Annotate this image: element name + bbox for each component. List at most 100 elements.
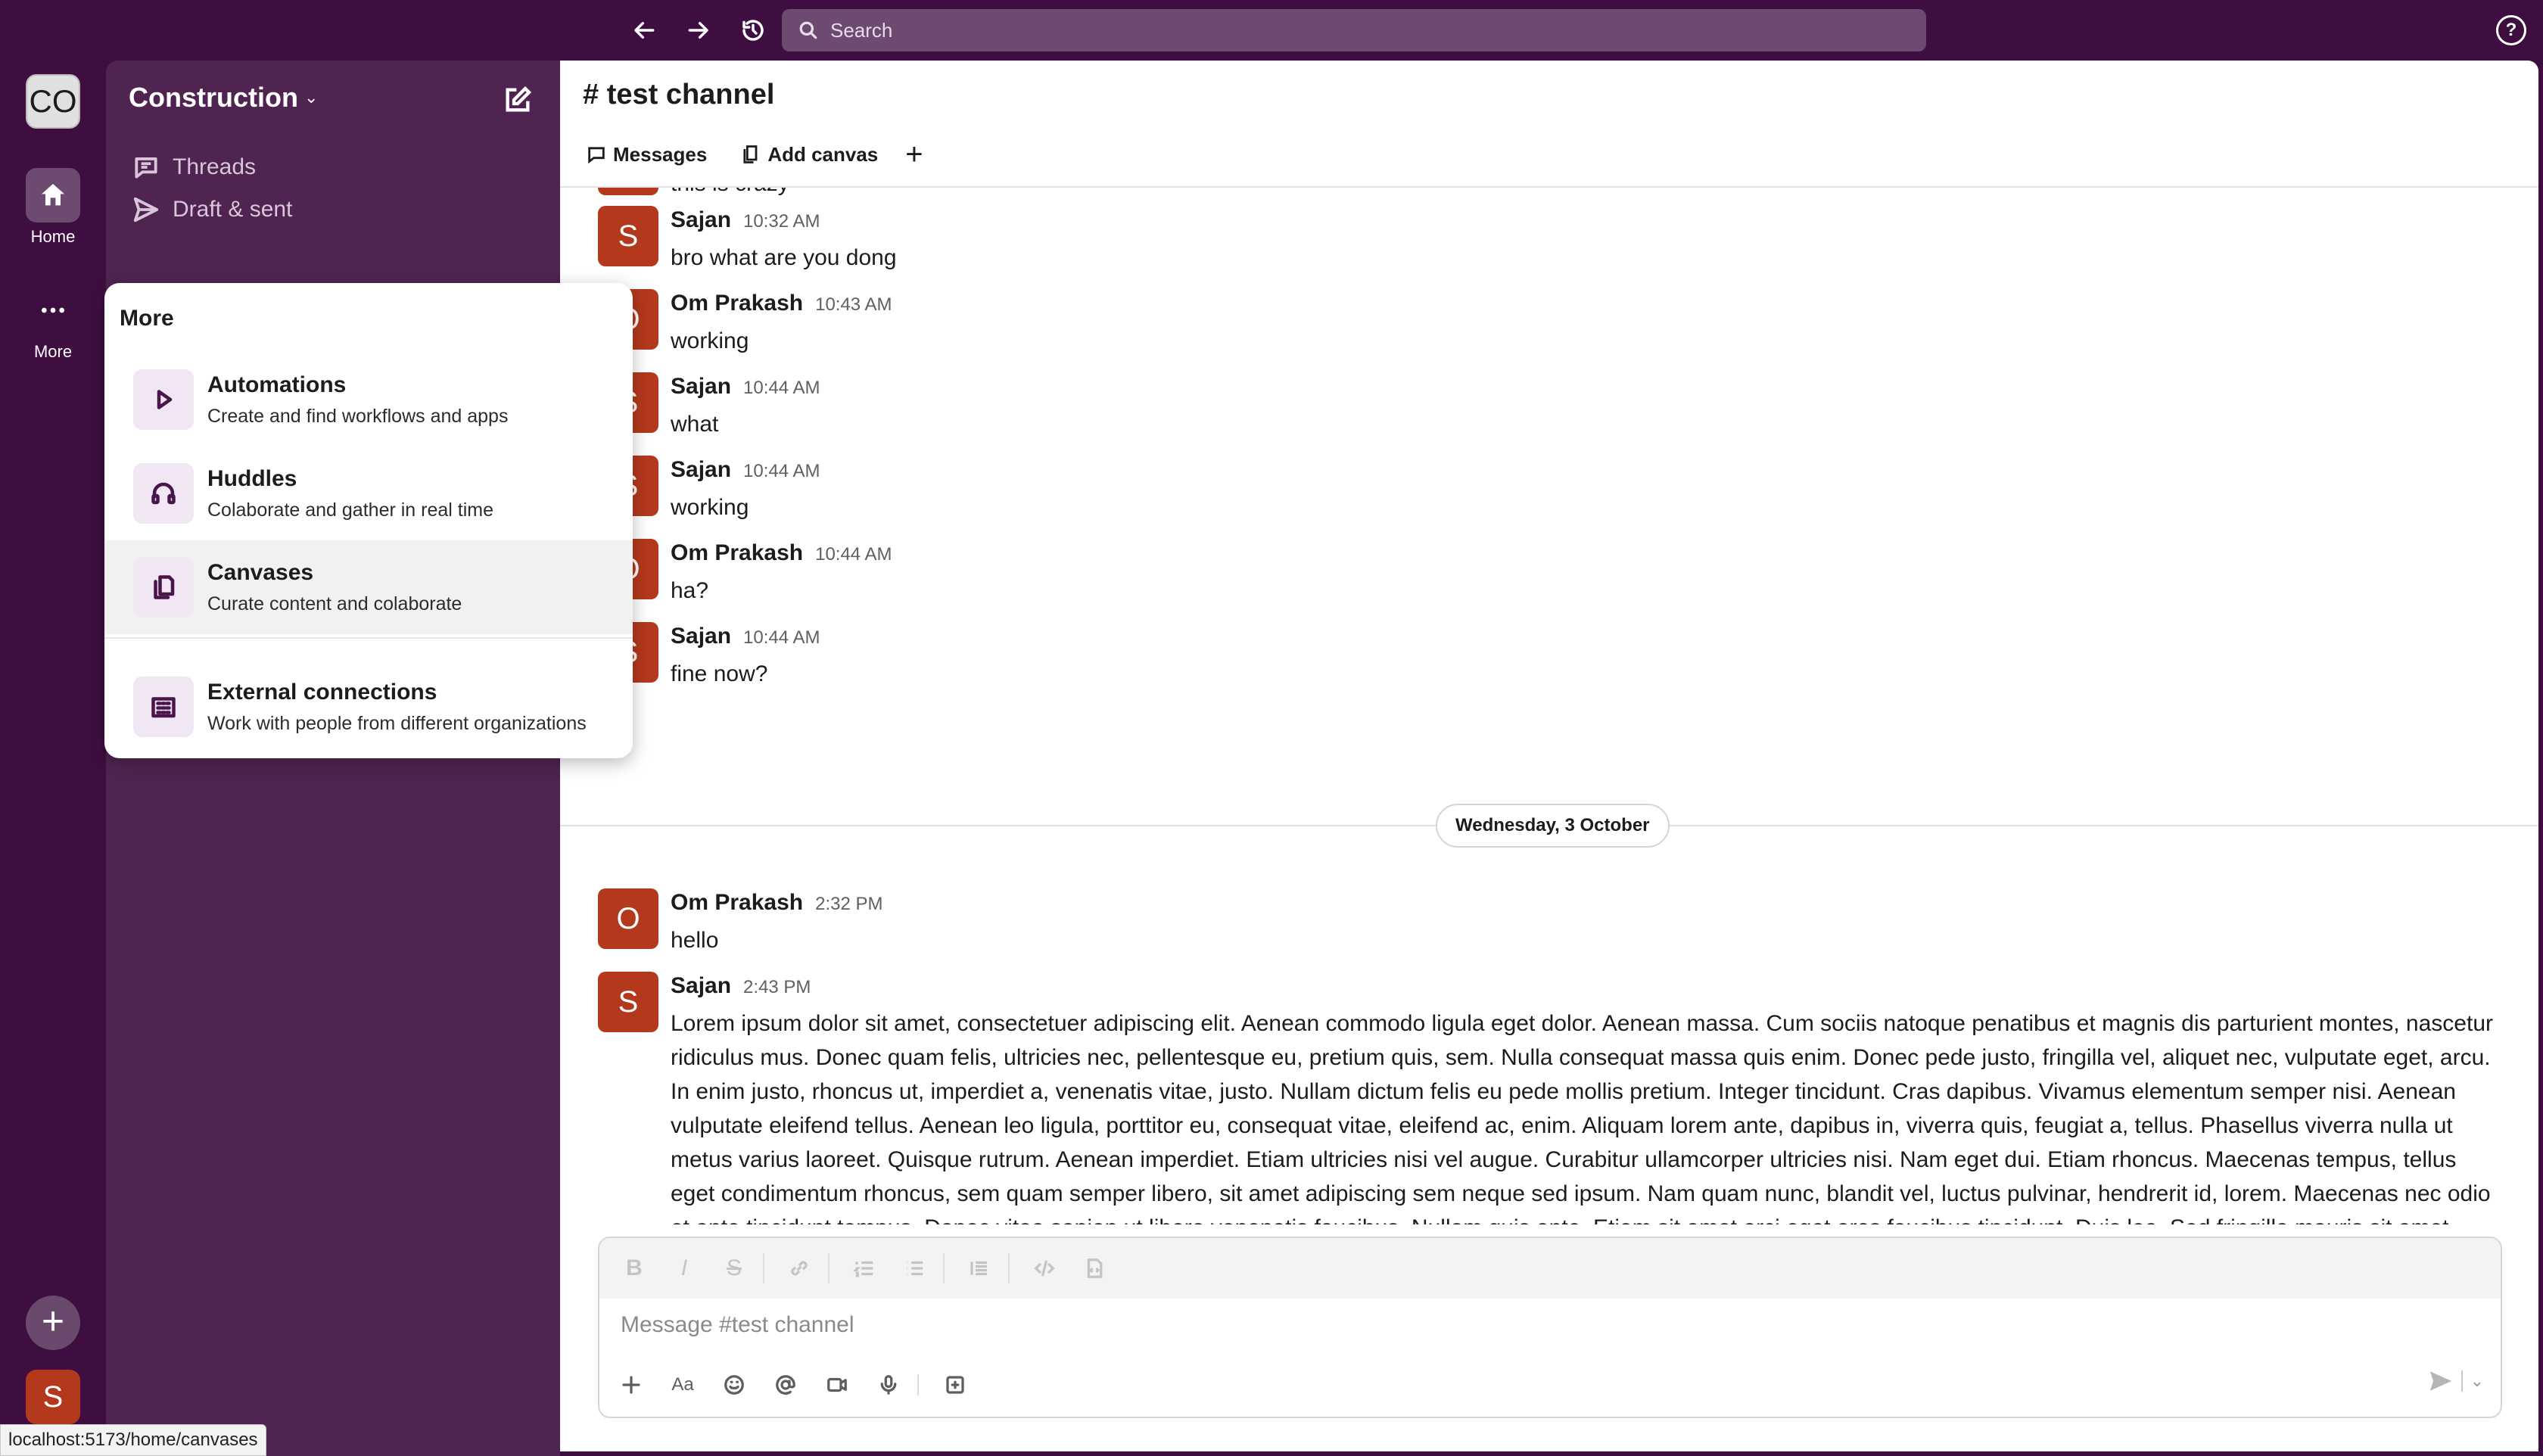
message-time[interactable]: 10:32 AM bbox=[743, 211, 820, 232]
message-time[interactable]: 2:32 PM bbox=[815, 894, 882, 915]
message-time[interactable]: 10:44 AM bbox=[743, 461, 820, 482]
compose-icon bbox=[506, 86, 532, 112]
more-dots-icon bbox=[26, 283, 80, 338]
message-author[interactable]: Sajan bbox=[671, 374, 731, 400]
blockquote-icon[interactable] bbox=[964, 1253, 994, 1283]
menu-divider bbox=[104, 637, 633, 639]
sidebar-item-label: Threads bbox=[173, 154, 257, 179]
tab-messages[interactable]: Messages bbox=[586, 143, 707, 166]
menu-item-name: Huddles bbox=[207, 466, 297, 491]
message-icon bbox=[588, 147, 605, 164]
add-tab-button[interactable]: + bbox=[905, 139, 923, 170]
code-icon[interactable] bbox=[1029, 1253, 1060, 1283]
send-icon bbox=[2429, 1371, 2451, 1391]
message-text: working bbox=[671, 495, 749, 520]
channel-tabs: Messages Add canvas + bbox=[586, 139, 923, 170]
message-text: working bbox=[671, 328, 749, 353]
italic-icon[interactable]: I bbox=[669, 1253, 699, 1283]
microphone-icon[interactable] bbox=[872, 1368, 905, 1402]
message-author[interactable]: Om Prakash bbox=[671, 291, 803, 316]
menu-item-canvases[interactable]: Canvases Curate content and colaborate bbox=[104, 540, 633, 634]
arrow-left-icon bbox=[634, 21, 655, 39]
channel-title[interactable]: # test channel bbox=[583, 79, 774, 111]
more-menu-title: More bbox=[120, 306, 174, 331]
link-icon[interactable] bbox=[784, 1253, 814, 1283]
code-block-icon[interactable] bbox=[1079, 1253, 1110, 1283]
message-text: fine now? bbox=[671, 661, 768, 686]
menu-item-huddles[interactable]: Huddles Colaborate and gather in real ti… bbox=[104, 446, 633, 540]
user-avatar[interactable]: S bbox=[26, 1370, 80, 1424]
help-button[interactable]: ? bbox=[2496, 15, 2526, 45]
back-button[interactable] bbox=[628, 14, 661, 47]
message-time[interactable]: 10:44 AM bbox=[743, 627, 820, 649]
message-text: Lorem ipsum dolor sit amet, consectetuer… bbox=[671, 1011, 2493, 1224]
date-divider[interactable]: Wednesday, 3 October bbox=[1436, 804, 1670, 848]
workspace-name-button[interactable]: Construction ⌄ bbox=[129, 82, 318, 114]
composer-actions: Aa bbox=[615, 1368, 990, 1402]
menu-item-name: Canvases bbox=[207, 560, 314, 585]
mention-icon[interactable] bbox=[769, 1368, 802, 1402]
message-time[interactable]: 10:43 AM bbox=[815, 294, 892, 316]
rail-home[interactable]: Home bbox=[15, 168, 91, 247]
workspace-avatar[interactable]: CO bbox=[26, 74, 80, 129]
message-time[interactable]: 2:43 PM bbox=[743, 977, 811, 998]
search-icon bbox=[799, 21, 817, 39]
send-button[interactable]: ⌄ bbox=[2428, 1368, 2484, 1394]
history-icon bbox=[742, 20, 764, 41]
workspace-name: Construction bbox=[129, 82, 298, 113]
send-separator bbox=[2461, 1370, 2463, 1392]
avatar[interactable]: S bbox=[598, 972, 658, 1032]
search-bar[interactable]: Search bbox=[782, 9, 1926, 51]
emoji-icon[interactable] bbox=[717, 1368, 751, 1402]
menu-item-automations[interactable]: Automations Create and find workflows an… bbox=[104, 353, 633, 446]
menu-item-name: Automations bbox=[207, 372, 347, 397]
formatting-toolbar: B I S bbox=[599, 1238, 2501, 1299]
tab-add-canvas[interactable]: Add canvas bbox=[740, 143, 878, 166]
add-workspace-button[interactable]: + bbox=[26, 1296, 80, 1350]
menu-item-desc: Create and find workflows and apps bbox=[207, 406, 509, 427]
history-button[interactable] bbox=[736, 14, 770, 47]
threads-icon bbox=[135, 157, 157, 179]
send-icon bbox=[133, 197, 159, 222]
forward-button[interactable] bbox=[681, 14, 714, 47]
sidebar-item-threads[interactable]: Threads bbox=[132, 153, 256, 182]
shortcuts-icon[interactable] bbox=[938, 1368, 972, 1402]
avatar[interactable]: S bbox=[598, 206, 658, 266]
message-composer: B I S Message #test channel Aa ⌄ bbox=[598, 1237, 2502, 1418]
toolbar-separator bbox=[763, 1253, 764, 1283]
strikethrough-icon[interactable]: S bbox=[719, 1253, 749, 1283]
message-author[interactable]: Sajan bbox=[671, 457, 731, 483]
search-placeholder: Search bbox=[830, 18, 893, 42]
ordered-list-icon[interactable] bbox=[849, 1253, 879, 1283]
chevron-down-icon[interactable]: ⌄ bbox=[2470, 1371, 2484, 1391]
message-author[interactable]: Om Prakash bbox=[671, 540, 803, 566]
message-author[interactable]: Sajan bbox=[671, 624, 731, 649]
message-text: what bbox=[671, 412, 719, 437]
avatar[interactable] bbox=[598, 188, 658, 195]
video-icon[interactable] bbox=[820, 1368, 854, 1402]
message-list: this is crazy S Sajan 10:32 AM bro what a… bbox=[560, 188, 2538, 1224]
tab-label: Messages bbox=[613, 142, 708, 166]
message-time[interactable]: 10:44 AM bbox=[743, 378, 820, 399]
home-icon bbox=[26, 168, 80, 222]
more-menu-popover: More Automations Create and find workflo… bbox=[104, 283, 633, 758]
bullet-list-icon[interactable] bbox=[899, 1253, 929, 1283]
message-input[interactable]: Message #test channel bbox=[621, 1312, 2437, 1338]
avatar[interactable]: O bbox=[598, 888, 658, 949]
text-format-icon[interactable]: Aa bbox=[666, 1368, 699, 1402]
compose-button[interactable] bbox=[496, 79, 539, 121]
menu-item-desc: Curate content and colaborate bbox=[207, 593, 462, 614]
message-author[interactable]: Sajan bbox=[671, 207, 731, 233]
sidebar-item-drafts[interactable]: Draft & sent bbox=[132, 195, 292, 224]
message-author[interactable]: Sajan bbox=[671, 973, 731, 999]
plus-icon[interactable] bbox=[615, 1368, 648, 1402]
toolbar-separator bbox=[917, 1374, 919, 1395]
menu-item-external-connections[interactable]: External connections Work with people fr… bbox=[104, 660, 633, 754]
tab-label: Add canvas bbox=[767, 142, 879, 166]
bold-icon[interactable]: B bbox=[619, 1253, 649, 1283]
rail-more-label: More bbox=[33, 342, 73, 361]
rail-more[interactable]: More bbox=[15, 283, 91, 362]
message-text: hello bbox=[671, 928, 719, 953]
message-time[interactable]: 10:44 AM bbox=[815, 544, 892, 565]
message-author[interactable]: Om Prakash bbox=[671, 890, 803, 916]
